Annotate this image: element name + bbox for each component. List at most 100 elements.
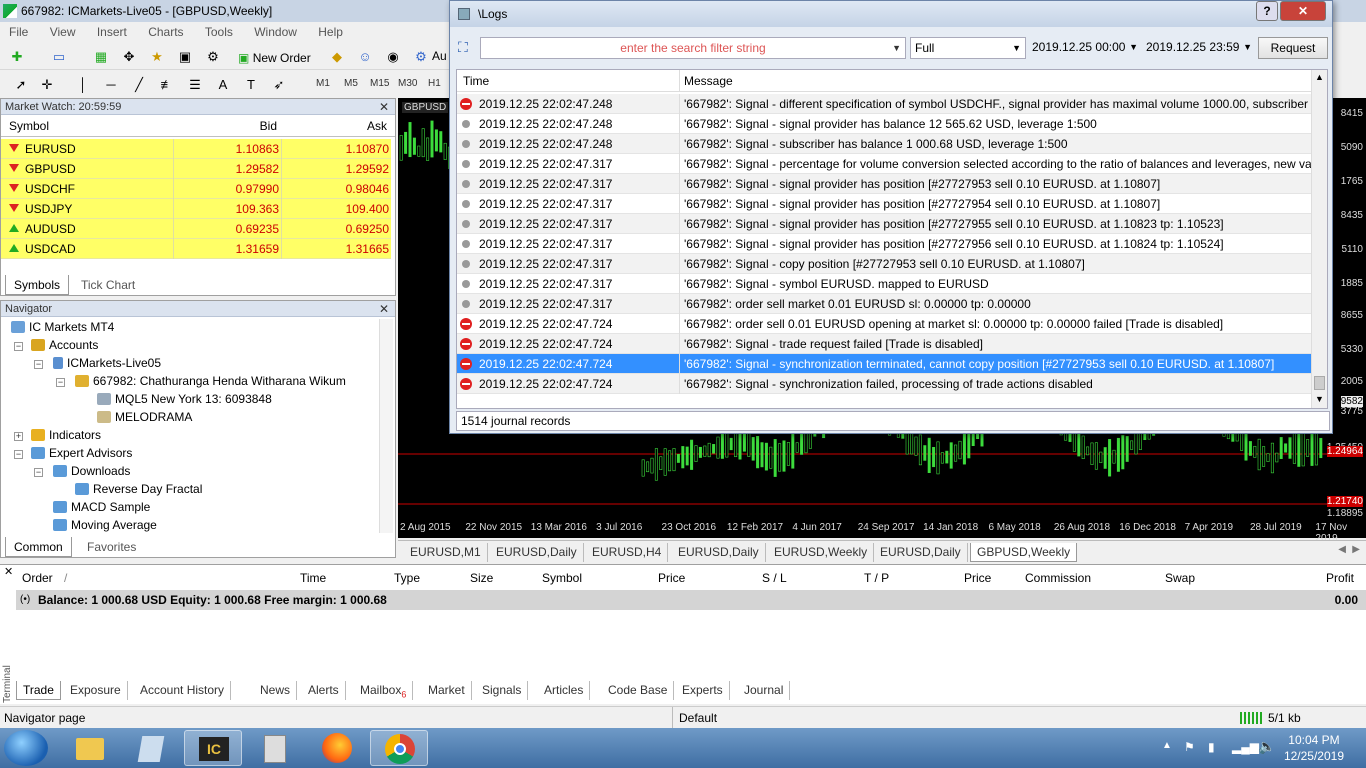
terminal-tab-account-history[interactable]: Account History	[134, 681, 232, 700]
fibonacci-icon[interactable]: ☰	[184, 74, 206, 96]
col-price[interactable]: Price	[658, 571, 685, 585]
log-row[interactable]: 2019.12.25 22:02:47.724 '667982': Signal …	[457, 354, 1313, 374]
nav-expert-advisors[interactable]: Expert Advisors	[31, 444, 132, 462]
tab-common[interactable]: Common	[5, 537, 72, 557]
market-watch-row[interactable]: GBPUSD 1.29582 1.29592	[1, 159, 391, 179]
log-row[interactable]: 2019.12.25 22:02:47.317 '667982': Signal …	[457, 214, 1313, 234]
data-window-icon[interactable]: ✥	[118, 46, 140, 68]
col-symbol[interactable]: Symbol	[542, 571, 582, 585]
collapse-icon[interactable]: −	[14, 342, 23, 351]
terminal-tab-mailbox[interactable]: Mailbox6	[354, 681, 414, 700]
autotrading-icon[interactable]: ⚙	[410, 46, 432, 68]
nav-moving-average[interactable]: Moving Average	[53, 516, 157, 534]
log-row[interactable]: 2019.12.25 22:02:47.724 '667982': order s…	[457, 314, 1313, 334]
close-icon[interactable]: ✕	[379, 301, 389, 317]
log-row[interactable]: 2019.12.25 22:02:47.317 '667982': Signal …	[457, 234, 1313, 254]
menu-tools[interactable]: Tools	[196, 22, 242, 42]
flag-icon[interactable]: ⚑	[1184, 740, 1195, 754]
menu-file[interactable]: File	[0, 22, 37, 42]
firefox-icon[interactable]	[308, 730, 366, 766]
search-input[interactable]: enter the search filter string ▼	[480, 37, 906, 59]
tab-tick-chart[interactable]: Tick Chart	[73, 275, 143, 295]
nav-downloads[interactable]: Downloads	[53, 462, 130, 480]
col-tp[interactable]: T / P	[864, 571, 889, 585]
col-commission[interactable]: Commission	[1025, 571, 1091, 585]
menu-insert[interactable]: Insert	[88, 22, 136, 42]
crosshair-icon[interactable]: ✛	[36, 74, 58, 96]
log-row[interactable]: 2019.12.25 22:02:47.248 '667982': Signal …	[457, 114, 1313, 134]
terminal-tab-exposure[interactable]: Exposure	[64, 681, 128, 700]
terminal-tab-alerts[interactable]: Alerts	[302, 681, 346, 700]
trendline-icon[interactable]: ╱	[128, 74, 150, 96]
close-icon[interactable]: ✕	[379, 99, 389, 115]
terminal-tab-experts[interactable]: Experts	[676, 681, 730, 700]
log-row[interactable]: 2019.12.25 22:02:47.317 '667982': order s…	[457, 294, 1313, 314]
metatrader-icon[interactable]: IC	[184, 730, 242, 766]
tab-symbols[interactable]: Symbols	[5, 275, 70, 295]
profiles-icon[interactable]: ▭	[48, 46, 70, 68]
close-icon[interactable]: ✕	[4, 565, 13, 578]
col-symbol[interactable]: Symbol	[9, 115, 49, 137]
balance-row[interactable]: (•) Balance: 1 000.68 USD Equity: 1 000.…	[16, 590, 1366, 610]
log-row[interactable]: 2019.12.25 22:02:47.317 '667982': Signal …	[457, 154, 1327, 174]
arrows-icon[interactable]: ➶	[268, 74, 290, 96]
close-button[interactable]: ✕	[1280, 1, 1326, 21]
nav-account[interactable]: 667982: Chathuranga Henda Witharana Wiku…	[75, 372, 346, 390]
market-watch-row[interactable]: USDJPY 109.363 109.400	[1, 199, 391, 219]
timeframe-m15[interactable]: M15	[370, 72, 389, 96]
nav-server[interactable]: ICMarkets-Live05	[53, 354, 161, 372]
nav-signal[interactable]: MQL5 New York 13: 6093848	[97, 390, 272, 408]
col-swap[interactable]: Swap	[1165, 571, 1195, 585]
start-button[interactable]	[4, 730, 48, 766]
nav-accounts[interactable]: Accounts	[31, 336, 98, 354]
strategy-tester-icon[interactable]: ⚙	[202, 46, 224, 68]
collapse-icon[interactable]: −	[34, 360, 43, 369]
menu-view[interactable]: View	[41, 22, 85, 42]
usb-icon[interactable]: ▮	[1208, 740, 1215, 754]
tab-scroll-left-icon[interactable]: ◀	[1338, 544, 1346, 555]
chart-tab[interactable]: EURUSD,Weekly	[768, 543, 875, 562]
chart-tab[interactable]: EURUSD,M1	[404, 543, 488, 562]
scroll-thumb[interactable]	[1314, 376, 1325, 390]
log-row[interactable]: 2019.12.25 22:02:47.317 '667982': Signal …	[457, 274, 1313, 294]
metaeditor-icon[interactable]: ◆	[326, 46, 348, 68]
tab-scroll-right-icon[interactable]: ▶	[1352, 544, 1360, 555]
terminal-tab-articles[interactable]: Articles	[538, 681, 591, 700]
log-row[interactable]: 2019.12.25 22:02:47.317 '667982': Signal …	[457, 254, 1313, 274]
vertical-line-icon[interactable]: │	[72, 74, 94, 96]
nav-reverse-day-fractal[interactable]: Reverse Day Fractal	[75, 480, 202, 498]
tab-favorites[interactable]: Favorites	[79, 537, 144, 557]
show-hidden-icons[interactable]: ▲	[1162, 740, 1172, 751]
menu-window[interactable]: Window	[245, 22, 306, 42]
new-chart-icon[interactable]: ✚	[6, 46, 28, 68]
terminal-tab-code-base[interactable]: Code Base	[602, 681, 675, 700]
terminal-icon[interactable]: ▣	[174, 46, 196, 68]
terminal-tab-signals[interactable]: Signals	[476, 681, 529, 700]
col-time[interactable]: Time	[300, 571, 326, 585]
chart-tab[interactable]: GBPUSD,Weekly	[970, 543, 1078, 562]
volume-icon[interactable]: 🔈	[1258, 738, 1275, 755]
terminal-tab-trade[interactable]: Trade	[16, 681, 61, 700]
text-icon[interactable]: A	[212, 74, 234, 96]
log-row[interactable]: 2019.12.25 22:02:47.724 '667982': Signal …	[457, 334, 1313, 354]
nav-root[interactable]: IC Markets MT4	[11, 318, 114, 336]
timeframe-h1[interactable]: H1	[428, 72, 441, 96]
navigator-icon[interactable]: ★	[146, 46, 168, 68]
log-row[interactable]: 2019.12.25 22:02:47.317 '667982': Signal …	[457, 194, 1313, 214]
chart-tab[interactable]: EURUSD,Daily	[874, 543, 968, 562]
nav-melodrama[interactable]: MELODRAMA	[97, 408, 192, 426]
col-order[interactable]: Order	[22, 571, 53, 585]
terminal-tab-news[interactable]: News	[254, 681, 298, 700]
autotrading-label[interactable]: Au	[432, 49, 447, 63]
market-watch-row[interactable]: AUDUSD 0.69235 0.69250	[1, 219, 391, 239]
text-label-icon[interactable]: T	[240, 74, 262, 96]
calculator-icon[interactable]	[246, 730, 304, 766]
request-button[interactable]: Request	[1258, 37, 1328, 59]
market-watch-icon[interactable]: ▦	[90, 46, 112, 68]
channel-icon[interactable]: ≢	[156, 74, 178, 96]
expand-icon[interactable]: +	[14, 432, 23, 441]
nav-macd-sample[interactable]: MACD Sample	[53, 498, 150, 516]
col-ask[interactable]: Ask	[281, 115, 387, 137]
log-row[interactable]: 2019.12.25 22:02:47.248 '667982': Signal …	[457, 94, 1327, 114]
chevron-down-icon[interactable]: ▼	[892, 38, 901, 58]
